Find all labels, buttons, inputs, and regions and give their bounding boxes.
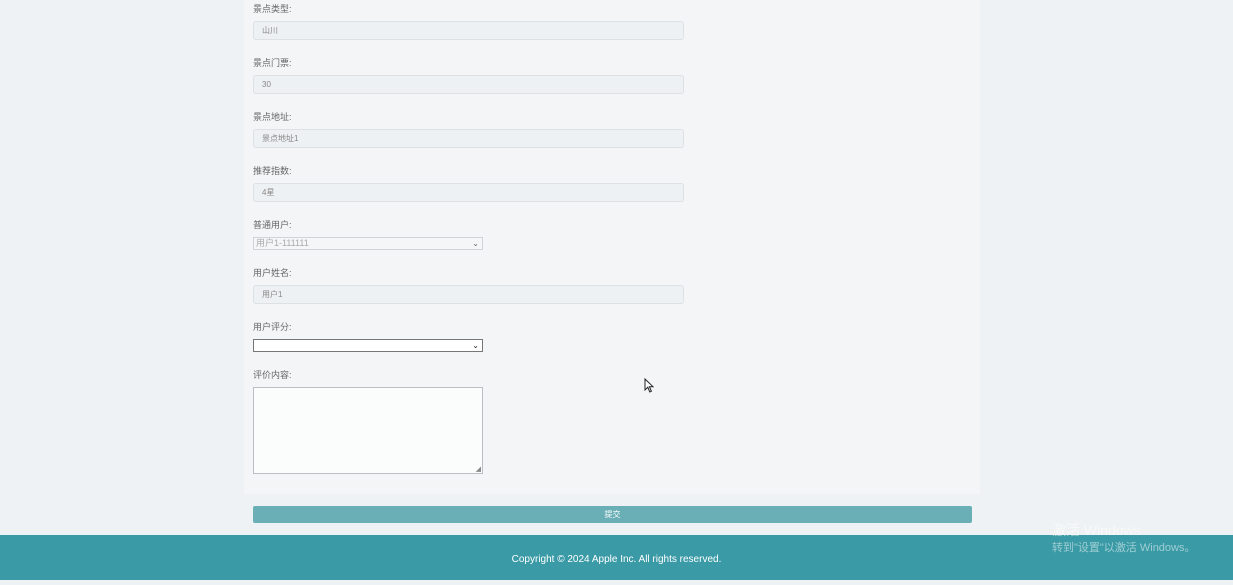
recommend-index-field[interactable]: 4星 (253, 183, 684, 202)
scenic-type-label: 景点类型: (253, 4, 292, 14)
comment-textarea[interactable]: ◢ (253, 387, 483, 474)
mouse-cursor-icon (644, 378, 654, 393)
submit-button[interactable]: 提交 (253, 506, 972, 523)
user-select-label: 普通用户: (253, 220, 292, 230)
resize-handle-icon[interactable]: ◢ (476, 465, 481, 473)
chevron-down-icon: ⌄ (472, 341, 479, 350)
user-name-field[interactable]: 用户1 (253, 285, 684, 304)
windows-activation-title: 激活 Windows (1052, 522, 1141, 538)
comment-label: 评价内容: (253, 370, 292, 380)
rating-select[interactable]: ⌄ (253, 339, 483, 352)
windows-activation-subtitle: 转到"设置"以激活 Windows。 (1052, 542, 1196, 554)
user-select-value: 用户1-111111 (256, 238, 309, 248)
ticket-price-field[interactable]: 30 (253, 75, 684, 94)
recommend-index-label: 推荐指数: (253, 166, 292, 176)
rating-label: 用户评分: (253, 322, 292, 332)
footer: Copyright © 2024 Apple Inc. All rights r… (0, 535, 1233, 580)
ticket-price-label: 景点门票: (253, 58, 292, 68)
scenic-address-label: 景点地址: (253, 112, 292, 122)
user-select[interactable]: 用户1-111111 ⌄ (253, 237, 483, 250)
scenic-type-field[interactable]: 山川 (253, 21, 684, 40)
scenic-address-field[interactable]: 景点地址1 (253, 129, 684, 148)
chevron-down-icon: ⌄ (472, 239, 479, 248)
footer-copyright: Copyright © 2024 Apple Inc. All rights r… (511, 554, 722, 565)
user-name-label: 用户姓名: (253, 268, 292, 278)
